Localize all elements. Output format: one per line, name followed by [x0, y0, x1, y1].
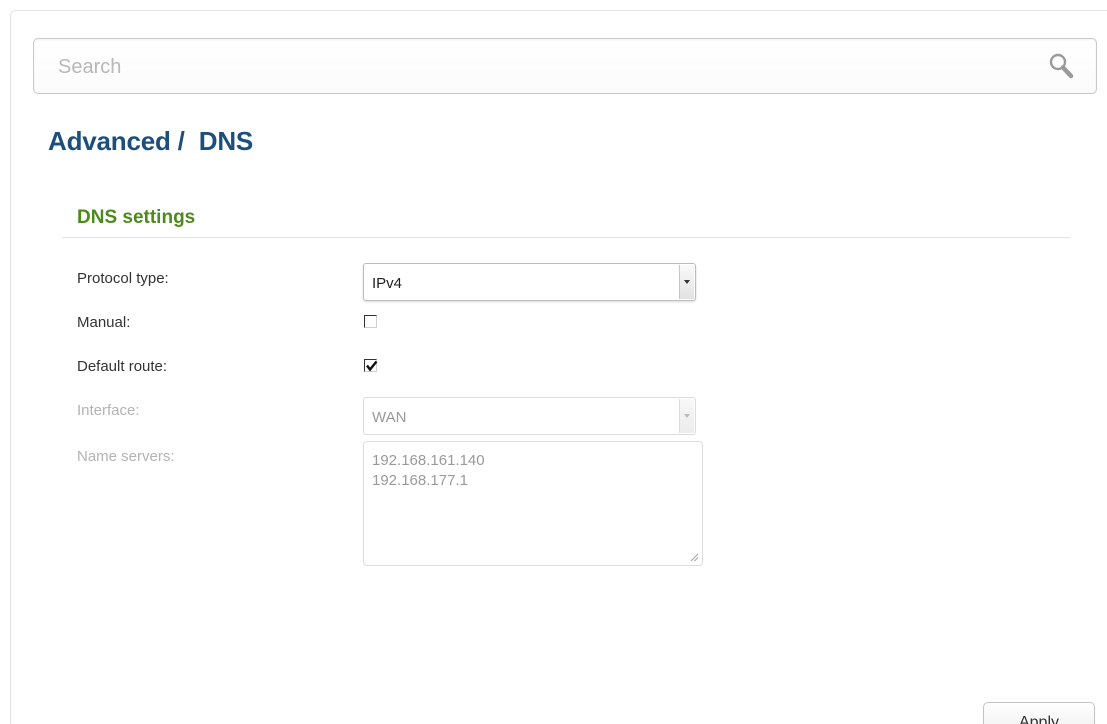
- resize-grip-icon: [690, 553, 699, 562]
- dropdown-arrow-icon: [679, 399, 694, 433]
- manual-checkbox[interactable]: [364, 315, 377, 328]
- protocol-type-value: IPv4: [372, 275, 403, 292]
- search-bar: [33, 38, 1097, 94]
- manual-label: Manual:: [77, 314, 131, 331]
- apply-button[interactable]: Apply: [983, 702, 1095, 724]
- section-divider: [62, 237, 1070, 238]
- protocol-type-label: Protocol type:: [77, 270, 169, 287]
- checkmark-icon: [366, 360, 378, 372]
- default-route-checkbox[interactable]: [364, 359, 378, 372]
- default-route-label: Default route:: [77, 358, 168, 375]
- interface-select: WAN: [363, 397, 696, 435]
- dropdown-arrow-icon: [679, 265, 694, 299]
- content-panel: [10, 10, 1107, 724]
- name-server-entry: 192.168.177.1: [372, 472, 468, 489]
- page-title: Advanced / DNS: [48, 126, 254, 156]
- search-icon[interactable]: [1048, 52, 1076, 82]
- section-title: DNS settings: [77, 207, 196, 228]
- name-servers-textarea: 192.168.161.140 192.168.177.1: [363, 441, 703, 566]
- interface-label: Interface:: [77, 402, 140, 419]
- name-servers-label: Name servers:: [77, 448, 175, 465]
- page: Advanced / DNS DNS settings Protocol typ…: [0, 0, 1107, 724]
- name-server-entry: 192.168.161.140: [372, 452, 485, 469]
- interface-value: WAN: [372, 409, 407, 426]
- search-input[interactable]: [56, 51, 1020, 83]
- protocol-type-select[interactable]: IPv4: [363, 263, 696, 301]
